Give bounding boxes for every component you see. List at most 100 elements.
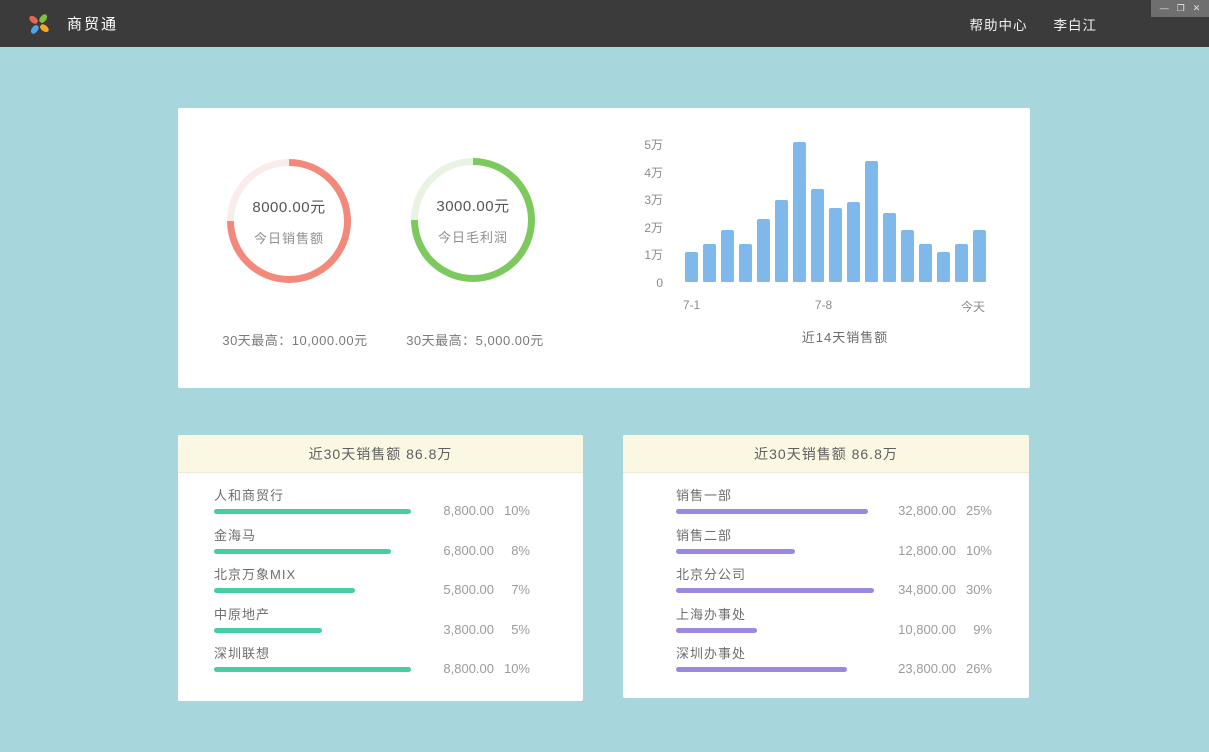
ranking-row-value: 10,800.00 [886,622,956,637]
ranking-row-numbers: 10,800.009% [886,622,992,637]
today-profit-label: 今日毛利润 [438,227,508,246]
ranking-row-numbers: 8,800.0010% [424,661,530,676]
ranking-row-percent: 5% [494,622,530,637]
ranking-row-value: 12,800.00 [886,543,956,558]
ranking-row-bar [676,628,757,633]
ranking-row-percent: 10% [494,503,530,518]
ranking-row-value: 5,800.00 [424,582,494,597]
ranking-row-name: 北京万象MIX [214,567,583,582]
y-axis-tick-label: 0 [608,274,663,292]
ranking-row-percent: 30% [956,582,992,597]
ranking-row-name: 深圳联想 [214,646,583,661]
ranking-row-value: 32,800.00 [886,503,956,518]
sales-bar [757,219,770,282]
ranking-row-numbers: 3,800.005% [424,622,530,637]
sales-14day-bar-chart [685,108,991,282]
ranking-row-value: 8,800.00 [424,503,494,518]
ranking-row-bar [214,509,411,514]
ranking-row-numbers: 5,800.007% [424,582,530,597]
ranking-row-name: 销售二部 [676,528,1029,543]
ranking-row-bar [214,628,322,633]
ranking-row-percent: 25% [956,503,992,518]
ranking-row-bar [214,549,391,554]
today-sales-label: 今日销售额 [254,228,324,247]
y-axis-tick-label: 2万 [608,219,663,237]
ranking-row: 金海马6,800.008% [178,528,583,568]
ranking-row-name: 人和商贸行 [214,488,583,503]
ranking-row: 销售一部32,800.0025% [623,488,1029,528]
ranking-row: 北京分公司34,800.0030% [623,567,1029,607]
today-profit-donut-center: 3000.00元 今日毛利润 [418,165,528,275]
ranking-row: 上海办事处10,800.009% [623,607,1029,647]
ranking-row-bar [676,549,795,554]
window-controls: — ❐ ✕ [1151,0,1209,17]
department-ranking-list: 销售一部32,800.0025%销售二部12,800.0010%北京分公司34,… [623,473,1029,686]
ranking-row-bar [214,667,411,672]
help-center-link[interactable]: 帮助中心 [970,14,1028,34]
ranking-row-name: 中原地产 [214,607,583,622]
sales-bar [685,252,698,282]
today-summary-card: 8000.00元 今日销售额 30天最高：10,000.00元 3000.00元… [178,108,1030,388]
sales-bar [973,230,986,282]
maximize-icon[interactable]: ❐ [1177,4,1185,13]
app-logo-icon [27,12,51,36]
ranking-row: 北京万象MIX5,800.007% [178,567,583,607]
ranking-row-name: 北京分公司 [676,567,1029,582]
ranking-row-bar [676,588,874,593]
y-axis-tick-label: 4万 [608,164,663,182]
bar-chart-title: 近14天销售额 [685,327,1005,346]
sales-bar [955,244,968,283]
department-ranking-title: 近30天销售额 86.8万 [623,435,1029,473]
ranking-row-numbers: 6,800.008% [424,543,530,558]
sales-bar [703,244,716,283]
ranking-row-name: 销售一部 [676,488,1029,503]
sales-bar [847,202,860,282]
ranking-row-name: 金海马 [214,528,583,543]
customer-sales-ranking-card: 近30天销售额 86.8万 人和商贸行8,800.0010%金海马6,800.0… [178,435,583,701]
sales-bar [829,208,842,282]
ranking-row-numbers: 34,800.0030% [886,582,992,597]
ranking-row-bar [676,509,868,514]
ranking-row-value: 23,800.00 [886,661,956,676]
minimize-icon[interactable]: — [1160,4,1169,13]
ranking-row: 人和商贸行8,800.0010% [178,488,583,528]
today-profit-donut: 3000.00元 今日毛利润 [411,158,535,282]
sales-bar [775,200,788,283]
profit-30day-max: 30天最高：5,000.00元 [360,330,590,349]
ranking-row-percent: 26% [956,661,992,676]
user-name-link[interactable]: 李白江 [1054,14,1098,34]
ranking-row-numbers: 8,800.0010% [424,503,530,518]
sales-bar [937,252,950,282]
sales-bar [883,213,896,282]
x-axis-tick-label: 今天 [961,298,985,315]
ranking-row-value: 6,800.00 [424,543,494,558]
today-profit-value: 3000.00元 [436,195,509,216]
ranking-row-bar [676,667,847,672]
y-axis-tick-label: 1万 [608,246,663,264]
y-axis-tick-label: 3万 [608,191,663,209]
ranking-row-value: 8,800.00 [424,661,494,676]
ranking-row-percent: 10% [956,543,992,558]
department-sales-ranking-card: 近30天销售额 86.8万 销售一部32,800.0025%销售二部12,800… [623,435,1029,698]
ranking-row-value: 3,800.00 [424,622,494,637]
titlebar: 商贸通 帮助中心 李白江 — ❐ ✕ [0,0,1209,47]
sales-bar [901,230,914,282]
close-icon[interactable]: ✕ [1193,4,1201,13]
x-axis-tick-label: 7-8 [815,298,832,312]
today-sales-donut: 8000.00元 今日销售额 [227,159,351,283]
sales-bar [739,244,752,283]
ranking-row-percent: 9% [956,622,992,637]
customer-ranking-title: 近30天销售额 86.8万 [178,435,583,473]
ranking-row-percent: 7% [494,582,530,597]
ranking-row: 销售二部12,800.0010% [623,528,1029,568]
ranking-row: 深圳办事处23,800.0026% [623,646,1029,686]
y-axis-tick-label: 5万 [608,136,663,154]
ranking-row-numbers: 32,800.0025% [886,503,992,518]
sales-bar [919,244,932,283]
sales-bar [811,189,824,283]
sales-bar [793,142,806,282]
x-axis-tick-label: 7-1 [683,298,700,312]
today-sales-donut-center: 8000.00元 今日销售额 [234,166,344,276]
ranking-row-numbers: 12,800.0010% [886,543,992,558]
ranking-row-percent: 8% [494,543,530,558]
